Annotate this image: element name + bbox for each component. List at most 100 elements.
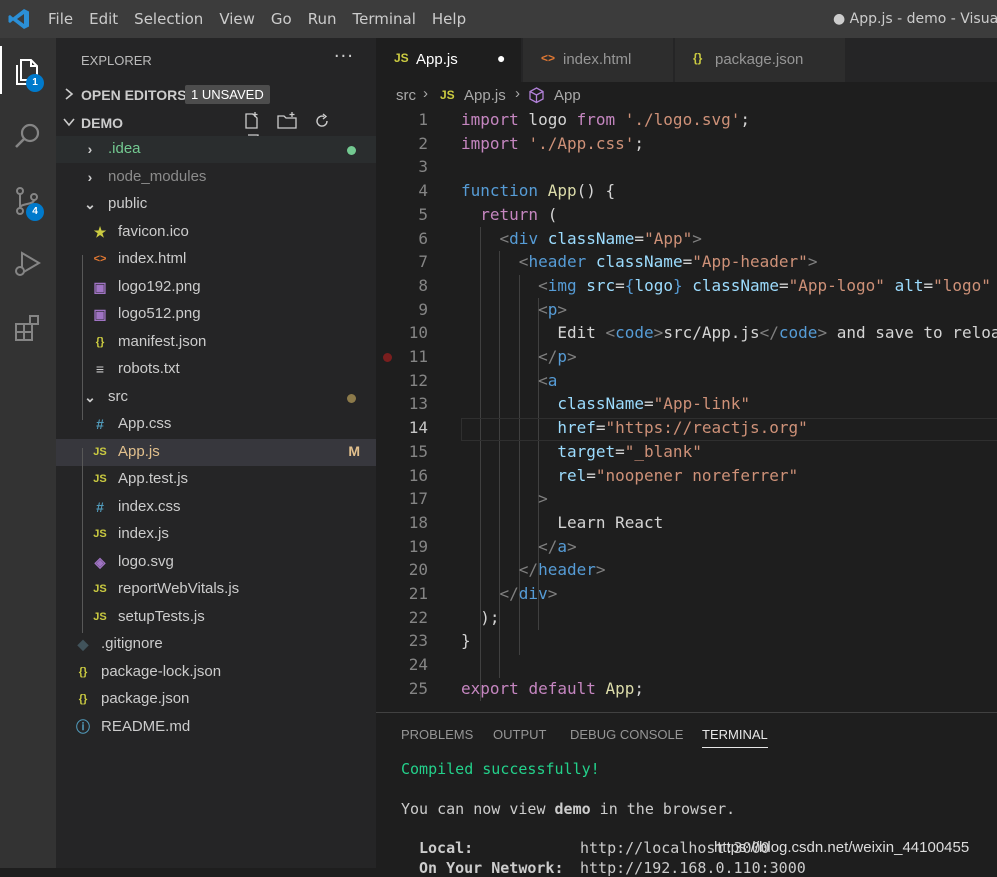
tab-app-js[interactable]: JS App.js ● (376, 38, 521, 82)
menu-selection[interactable]: Selection (126, 0, 211, 38)
menu-run[interactable]: Run (300, 0, 345, 38)
code-token: { (624, 275, 635, 295)
code-text: import './App.css'; (461, 132, 644, 155)
open-editors-section[interactable]: OPEN EDITORS 1 UNSAVED (56, 82, 376, 108)
watermark: https://blog.csdn.net/weixin_44100455 (714, 839, 970, 856)
tree-item[interactable]: JS App.js M (56, 439, 376, 466)
code-token: div (518, 584, 548, 603)
tree-item[interactable]: {} package-lock.json (56, 659, 376, 686)
breadcrumb-file[interactable]: App.js (464, 87, 506, 104)
breadcrumb-src[interactable]: src (396, 87, 416, 104)
code-token: div (509, 228, 539, 248)
explorer-button[interactable]: 1 (0, 46, 56, 94)
tree-item[interactable]: # App.css (56, 411, 376, 438)
tab-output[interactable]: OUTPUT (493, 727, 546, 742)
code-text: </header> (461, 558, 606, 581)
tree-item[interactable]: <> index.html (56, 246, 376, 273)
code-token: ; (634, 133, 645, 153)
tree-item[interactable]: ★ favicon.ico (56, 219, 376, 246)
code-line: 20 </header> (376, 558, 997, 581)
tree-item[interactable]: ⓘ README.md (56, 714, 376, 741)
tab-package-json[interactable]: {} package.json (675, 38, 845, 82)
tree-item[interactable]: JS setupTests.js (56, 604, 376, 631)
code-token: header (528, 252, 587, 272)
menu-terminal[interactable]: Terminal (345, 0, 424, 38)
source-control-button[interactable]: 4 (0, 175, 56, 223)
code-token: = (586, 465, 596, 485)
code-token: p (547, 299, 558, 319)
terminal-network-url[interactable]: http://192.168.0.110:3000 (580, 859, 806, 877)
code-token: </ (538, 347, 558, 366)
code-token: } (672, 275, 683, 295)
tree-item[interactable]: ⌄ src (56, 384, 376, 411)
refresh-icon[interactable] (313, 112, 331, 130)
window-title: ● App.js - demo - Visual (833, 11, 997, 27)
menu-go[interactable]: Go (263, 0, 300, 38)
tree-item[interactable]: › node_modules (56, 164, 376, 191)
code-token: = (615, 441, 625, 461)
terminal-view-prefix: You can now view (401, 800, 555, 818)
line-number: 5 (418, 204, 428, 224)
code-line: 8 <img src={logo} className="App-logo" a… (376, 274, 997, 297)
tree-item[interactable]: JS index.js (56, 521, 376, 548)
json-file-icon: {} (693, 51, 703, 65)
breadcrumb-symbol[interactable]: App (554, 87, 581, 104)
code-token: < (538, 275, 548, 295)
code-token: = (644, 394, 654, 414)
code-token: > (653, 323, 664, 343)
tree-item[interactable]: › .idea (56, 136, 376, 163)
code-token: code (615, 323, 654, 343)
file-type-icon: {} (78, 666, 88, 678)
terminal-network-label: On Your Network: (419, 859, 564, 877)
new-file-icon[interactable] (243, 112, 261, 130)
code-editor[interactable]: 1 import logo from './logo.svg'; 2 import '… (376, 108, 997, 708)
code-line: 13 className="App-link" (376, 392, 997, 415)
tree-item[interactable]: {} package.json (56, 686, 376, 713)
run-debug-button[interactable] (0, 238, 56, 286)
tree-item[interactable]: ◆ .gitignore (56, 631, 376, 658)
extensions-button[interactable] (0, 302, 56, 350)
code-line: 1 import logo from './logo.svg'; (376, 108, 997, 131)
tree-item[interactable]: ⌄ public (56, 191, 376, 218)
search-button[interactable] (0, 110, 56, 158)
code-text: > (461, 487, 548, 510)
menu-edit[interactable]: Edit (81, 0, 126, 38)
tab-index-html[interactable]: <> index.html (523, 38, 673, 82)
code-line: 25 export default App; (376, 677, 997, 700)
tab-label: index.html (563, 51, 632, 68)
terminal-local-label: Local: (419, 839, 474, 857)
code-token: > (807, 252, 818, 272)
tree-item-label: App.js (118, 443, 160, 460)
code-line: 7 <header className="App-header"> (376, 250, 997, 273)
js-file-icon: JS (394, 51, 409, 65)
tab-terminal[interactable]: TERMINAL (702, 727, 768, 748)
tree-item[interactable]: ▣ logo512.png (56, 301, 376, 328)
new-folder-icon[interactable] (277, 112, 297, 130)
code-token: "noopener noreferrer" (595, 465, 799, 485)
code-token: </ (518, 560, 539, 580)
unsaved-dot-icon[interactable]: ● (497, 50, 505, 66)
file-type-icon: # (96, 499, 104, 515)
demo-folder-section[interactable]: DEMO (56, 110, 376, 149)
menu-file[interactable]: File (40, 0, 81, 38)
open-editors-label: OPEN EDITORS (81, 87, 187, 103)
tree-item[interactable]: ≡ robots.txt (56, 356, 376, 383)
menu-view[interactable]: View (211, 0, 263, 38)
tab-debug-console[interactable]: DEBUG CONSOLE (570, 727, 683, 742)
code-line: 9 <p> (376, 298, 997, 321)
tree-item[interactable]: ◈ logo.svg (56, 549, 376, 576)
code-token: = (682, 252, 693, 272)
tree-item[interactable]: JS reportWebVitals.js (56, 576, 376, 603)
tree-item[interactable]: JS App.test.js (56, 466, 376, 493)
tab-problems[interactable]: PROBLEMS (401, 727, 473, 742)
menu-help[interactable]: Help (424, 0, 474, 38)
more-actions-icon[interactable]: ··· (334, 46, 354, 67)
tree-item[interactable]: {} manifest.json (56, 329, 376, 356)
tree-item[interactable]: ▣ logo192.png (56, 274, 376, 301)
tree-item[interactable]: # index.css (56, 494, 376, 521)
tree-item-label: public (108, 195, 148, 212)
